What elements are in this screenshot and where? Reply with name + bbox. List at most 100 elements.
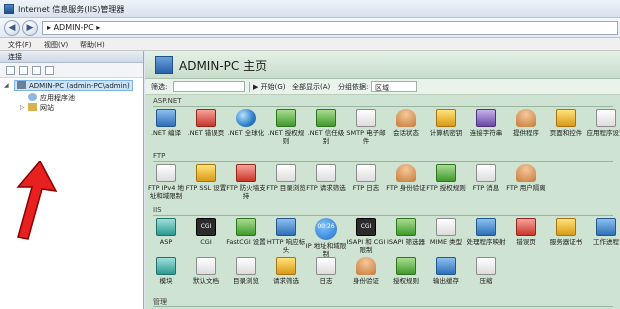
tile-ftp-ssl[interactable]: FTP SSL 设置 <box>185 164 227 192</box>
address-bar: ◀ ▶ ▸ ADMIN-PC ▸ <box>0 18 620 38</box>
isapi-filter-icon <box>396 218 416 236</box>
tile-ftp-logging[interactable]: FTP 日志 <box>345 164 387 192</box>
tile-ftp-messages[interactable]: FTP 消息 <box>465 164 507 192</box>
tile-ftp-ip-restrictions[interactable]: FTP IPv4 地址和域限制 <box>145 164 187 200</box>
section-ftp[interactable]: FTP <box>153 152 165 160</box>
fastcgi-icon <box>236 218 256 236</box>
tile-asp[interactable]: ASP <box>145 218 187 246</box>
error-page-icon <box>196 109 216 127</box>
default-document-icon <box>196 257 216 275</box>
tile-logging[interactable]: 日志 <box>305 257 347 285</box>
directory-icon <box>276 164 296 182</box>
tile-ftp-firewall[interactable]: FTP 防火墙支持 <box>225 164 267 200</box>
tile-ftp-user-isolation[interactable]: FTP 用户隔离 <box>505 164 547 192</box>
error-page-icon <box>516 218 536 236</box>
sites-folder-icon <box>28 103 37 111</box>
section-aspnet[interactable]: ASP.NET <box>153 97 182 105</box>
save-icon[interactable] <box>19 66 28 75</box>
refresh-icon[interactable] <box>32 66 41 75</box>
authorization-icon <box>276 109 296 127</box>
address-separator-icon: ▸ <box>96 23 101 32</box>
handler-mapping-icon <box>476 218 496 236</box>
tile-smtp-email[interactable]: SMTP 电子邮件 <box>345 109 387 145</box>
tile-worker-processes[interactable]: 工作进程 <box>585 218 620 246</box>
mime-icon <box>436 218 456 236</box>
response-headers-icon <box>276 218 296 236</box>
tile-modules[interactable]: 模块 <box>145 257 187 285</box>
tile-ftp-directory-browsing[interactable]: FTP 目录浏览 <box>265 164 307 192</box>
menu-view[interactable]: 视图(V) <box>44 40 68 50</box>
tile-session-state[interactable]: 会话状态 <box>385 109 427 137</box>
compile-icon <box>156 109 176 127</box>
clock-overlay-icon: 00:26 <box>315 218 337 240</box>
tile-net-globalization[interactable]: .NET 全球化 <box>225 109 267 137</box>
collapse-toggle-icon[interactable]: ◢ <box>4 82 11 89</box>
tile-net-trust-levels[interactable]: .NET 信任级别 <box>305 109 347 145</box>
filter-label: 筛选: <box>151 83 168 91</box>
tile-isapi-filters[interactable]: ISAPI 筛选器 <box>385 218 427 246</box>
start-button[interactable]: ▶ 开始(G) <box>253 82 286 92</box>
tile-authorization-rules[interactable]: 授权规则 <box>385 257 427 285</box>
show-all-button[interactable]: 全部显示(A) <box>292 82 330 92</box>
home-title: ADMIN-PC 主页 <box>179 59 268 73</box>
address-node[interactable]: ADMIN-PC <box>54 23 94 32</box>
server-home-icon <box>155 56 173 74</box>
isapi-cgi-icon: CGI <box>356 218 376 236</box>
tile-providers[interactable]: 提供程序 <box>505 109 547 137</box>
forward-button[interactable]: ▶ <box>22 20 38 36</box>
tile-mime-types[interactable]: MIME 类型 <box>425 218 467 246</box>
tile-pages-controls[interactable]: 页面和控件 <box>545 109 587 137</box>
section-divider <box>153 215 613 216</box>
tree-node-sites[interactable]: 网站 <box>28 103 54 113</box>
tile-authentication[interactable]: 身份验证 <box>345 257 387 285</box>
tile-server-certificates[interactable]: 服务器证书 <box>545 218 587 246</box>
tile-default-document[interactable]: 默认文档 <box>185 257 227 285</box>
section-divider <box>153 161 613 162</box>
window-title: Internet 信息服务(IIS)管理器 <box>18 5 125 14</box>
tile-machine-key[interactable]: 计算机密钥 <box>425 109 467 137</box>
tile-ftp-request-filtering[interactable]: FTP 请求筛选 <box>305 164 347 192</box>
key-icon <box>436 109 456 127</box>
tile-net-error-pages[interactable]: .NET 错误页 <box>185 109 227 137</box>
group-by-value: 区域 <box>375 84 389 92</box>
tile-net-compilation[interactable]: .NET 编译 <box>145 109 187 137</box>
tree-node-app-pools[interactable]: 应用程序池 <box>28 93 75 103</box>
tile-handler-mappings[interactable]: 处理程序映射 <box>465 218 507 246</box>
ftp-lock-icon <box>196 164 216 182</box>
tree-node-server[interactable]: ADMIN-PC (admin-PC\admin) <box>14 80 133 91</box>
tile-net-authorization[interactable]: .NET 授权规则 <box>265 109 307 145</box>
title-bar: Internet 信息服务(IIS)管理器 <box>0 0 620 18</box>
connect-icon[interactable] <box>6 66 15 75</box>
expand-toggle-icon[interactable]: ▷ <box>20 104 27 111</box>
tile-ftp-authorization[interactable]: FTP 授权规则 <box>425 164 467 192</box>
tile-http-response-headers[interactable]: HTTP 响应标头 <box>265 218 307 254</box>
menu-help[interactable]: 帮助(H) <box>80 40 105 50</box>
section-iis[interactable]: IIS <box>153 206 162 214</box>
tile-request-filtering[interactable]: 请求筛选 <box>265 257 307 285</box>
directory-browsing-icon <box>236 257 256 275</box>
filter-input[interactable] <box>173 81 245 92</box>
tile-ip-restrictions[interactable]: 00:26 IP 地址和域限制 <box>305 218 347 258</box>
tile-app-settings[interactable]: 应用程序设置 <box>585 109 620 137</box>
back-button[interactable]: ◀ <box>4 20 20 36</box>
database-icon <box>476 109 496 127</box>
iis-app-icon <box>4 4 14 14</box>
tile-connection-strings[interactable]: 连接字符串 <box>465 109 507 137</box>
log-icon <box>356 164 376 182</box>
tile-isapi-cgi-restrictions[interactable]: CGI ISAPI 和 CGI 限制 <box>345 218 387 254</box>
tile-error-pages[interactable]: 错误页 <box>505 218 547 246</box>
tile-ftp-authentication[interactable]: FTP 身份验证 <box>385 164 427 192</box>
tile-fastcgi[interactable]: FastCGI 设置 <box>225 218 267 246</box>
tile-directory-browsing[interactable]: 目录浏览 <box>225 257 267 285</box>
filter-bar: 筛选: ▶ 开始(G) 全部显示(A) 分组依据: 区域 <box>145 79 620 95</box>
tile-cgi[interactable]: CGI CGI <box>185 218 227 246</box>
tile-compression[interactable]: 压缩 <box>465 257 507 285</box>
address-field[interactable]: ▸ ADMIN-PC ▸ <box>42 21 618 35</box>
group-by-select[interactable]: 区域 <box>371 81 417 92</box>
compression-icon <box>476 257 496 275</box>
section-divider <box>153 306 613 307</box>
delete-icon[interactable] <box>45 66 54 75</box>
menu-file[interactable]: 文件(F) <box>8 40 32 50</box>
address-path: ▸ ADMIN-PC ▸ <box>47 23 100 32</box>
tile-output-caching[interactable]: 输出缓存 <box>425 257 467 285</box>
